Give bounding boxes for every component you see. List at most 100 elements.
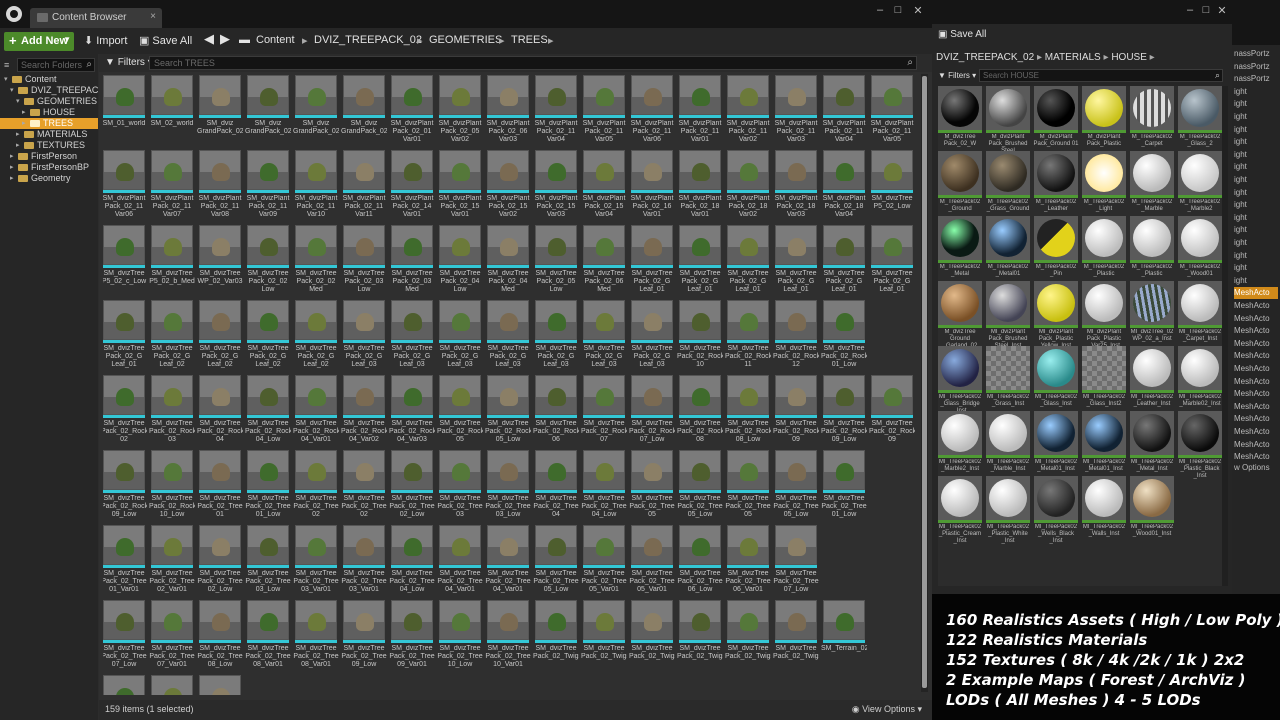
outliner-item[interactable]: ight: [1234, 86, 1278, 98]
outliner-item[interactable]: ight: [1234, 224, 1278, 236]
material-tile[interactable]: M_dvizPlant Pack_Brushed Steel: [986, 86, 1032, 158]
outliner-item[interactable]: ight: [1234, 187, 1278, 199]
asset-tile[interactable]: SM_dvizTree Pack_02_Tree 04_Var01: [485, 525, 531, 597]
minimize-icon[interactable]: –: [872, 4, 888, 16]
asset-tile[interactable]: [199, 675, 243, 695]
material-tile[interactable]: MI_dvizPlant Pack_Plastic _Var25_Inst: [1082, 281, 1128, 353]
material-tile[interactable]: MI_dvizPlant Pack_Plastic Yellow_Inst: [1034, 281, 1080, 353]
outliner-item[interactable]: ight: [1234, 250, 1278, 262]
tree-item[interactable]: ▸ Geometry: [0, 173, 98, 184]
view-options-button[interactable]: ◉ View Options ▾: [852, 704, 922, 715]
outliner-item[interactable]: MeshActo: [1234, 313, 1278, 325]
asset-tile[interactable]: SM_dvizTree Pack_02_Tree 03_Low: [485, 450, 531, 522]
asset-tile[interactable]: SM_dvizTree Pack_02_Tree 04: [533, 450, 579, 522]
asset-tile[interactable]: SM_dvizTree Pack_02_Tree 04_Var01: [437, 525, 483, 597]
asset-tile[interactable]: SM_dvizTree Pack_02_Tree 04_Low: [581, 450, 627, 522]
outliner-item[interactable]: ight: [1234, 136, 1278, 148]
asset-tile[interactable]: SM_dvizTree Pack_02_Tree 05_Var01: [629, 525, 675, 597]
asset-tile[interactable]: SM_dvizTree Pack_02_Tree 05: [629, 450, 675, 522]
material-tile[interactable]: MI_TreePack02 _Metal01_Inst: [1082, 411, 1128, 483]
asset-tile[interactable]: SM_dvizTree Pack_02_05 Low: [535, 225, 579, 297]
asset-tile[interactable]: SM_dvizTree Pack_02_Rock 04_Var02: [341, 375, 387, 447]
outliner-item[interactable]: MeshActo: [1234, 350, 1278, 362]
breadcrumb-content[interactable]: Content: [256, 34, 295, 46]
asset-tile[interactable]: SM_dvizTree Pack_02_G Leaf_02: [151, 300, 195, 372]
asset-tile[interactable]: SM_dvizTree Pack_02_Tree 01_Low: [245, 450, 291, 522]
outliner-item[interactable]: ight: [1234, 111, 1278, 123]
material-tile[interactable]: MI_TreePack02 _Plastic_Black _Inst: [1178, 411, 1224, 483]
asset-tile[interactable]: SM_dvizTree Pack_02_Rock 07_Low: [629, 375, 675, 447]
outliner-item[interactable]: MeshActo: [1234, 338, 1278, 350]
asset-tile[interactable]: SM_dvizTree Pack_02_G Leaf_03: [439, 300, 483, 372]
asset-tile[interactable]: SM_dvizTree Pack_02_G Leaf_03: [535, 300, 579, 372]
tree-item[interactable]: ▸ HOUSE: [0, 107, 98, 118]
tree-item[interactable]: ▾ Content: [0, 74, 98, 85]
asset-tile[interactable]: SM_dvizPlant Pack_02_18 Var02: [727, 150, 771, 222]
asset-tile[interactable]: SM_dvizTree Pack_02_Tree 08_Var01: [245, 600, 291, 672]
close-window-icon[interactable]: ✕: [910, 4, 926, 17]
asset-tile[interactable]: SM_dvizTree Pack_02_Tree 02_Var01: [149, 525, 195, 597]
outliner-item[interactable]: ight: [1234, 149, 1278, 161]
outliner-item[interactable]: MeshActo: [1234, 388, 1278, 400]
material-tile[interactable]: MI_TreePack02 _Walls_Inst: [1082, 476, 1128, 548]
search-folders-input[interactable]: Search Folders ⌕: [17, 58, 95, 72]
asset-tile[interactable]: SM_dvizTree Pack_02_Rock 06: [533, 375, 579, 447]
material-tile[interactable]: M_TreePack02 _Pin: [1034, 216, 1080, 288]
chevron-right-icon[interactable]: ▸: [22, 118, 26, 129]
asset-tile[interactable]: SM_dvizTree Pack_02_Tree 03_Low: [245, 525, 291, 597]
breadcrumb-dviz[interactable]: DVIZ_TREEPACK_02: [314, 34, 422, 46]
chevron-down-icon[interactable]: ▾: [16, 96, 20, 107]
asset-tile[interactable]: SM_dvizTree Pack_02_Tree 09_Low: [341, 600, 387, 672]
material-tile[interactable]: MI_TreePack02 _Glass_Bridge _Inst: [938, 346, 984, 418]
material-tile[interactable]: MI_TreePack02 _Leather_Inst: [1130, 346, 1176, 418]
asset-scrollbar[interactable]: [921, 74, 928, 692]
asset-tile[interactable]: SM_dvizTree Pack_02_Rock 10: [677, 300, 723, 372]
outliner-item[interactable]: nassPortz: [1234, 48, 1278, 60]
asset-tile[interactable]: SM_dvizTree Pack_02_Tree 10_Var01: [485, 600, 531, 672]
asset-tile[interactable]: SM_dvizTree Pack_02_Rock 08: [677, 375, 723, 447]
outliner-item[interactable]: nassPortz: [1234, 61, 1278, 73]
asset-tile[interactable]: SM_02_world: [151, 75, 195, 147]
outliner-item[interactable]: MeshActo: [1234, 363, 1278, 375]
asset-tile[interactable]: SM_dvizTree Pack_02_Rock 04_Low: [245, 375, 291, 447]
material-tile[interactable]: MI_dvizTree_02 WP_02_a_Inst: [1130, 281, 1176, 353]
chevron-right-icon[interactable]: ▸: [22, 107, 26, 118]
material-tile[interactable]: M_TreePack02 _Plastic: [1130, 216, 1176, 288]
outliner-item[interactable]: MeshActo: [1234, 401, 1278, 413]
asset-tile[interactable]: SM_dvizTree Pack_02_Rock 05_Low: [485, 375, 531, 447]
save-all-button[interactable]: ▣ Save All: [139, 34, 192, 50]
asset-tile[interactable]: SM_dvizPlant Pack_02_15 Var03: [535, 150, 579, 222]
asset-tile[interactable]: SM_dvizTree Pack_02_G Leaf_03: [343, 300, 387, 372]
asset-tile[interactable]: SM_dvizPlant Pack_02_11 Var11: [343, 150, 387, 222]
material-tile[interactable]: M_TreePack02 _Glass_2: [1178, 86, 1224, 158]
asset-tile[interactable]: SM_dvizTree Pack_02_Rock 04_Var03: [389, 375, 435, 447]
asset-tile[interactable]: SM_dvizTree Pack_02_G Leaf_03: [487, 300, 531, 372]
asset-tile[interactable]: SM_dvizTree Pack_02_Rock 09_Low: [821, 375, 867, 447]
asset-tile[interactable]: SM_dvizTree P5_02_Low: [871, 150, 915, 222]
asset-tile[interactable]: SM_dvizTree Pack_02_Tree 01_Low: [821, 450, 867, 522]
asset-tile[interactable]: SM_dvizPlant Pack_02_18 Var04: [823, 150, 867, 222]
asset-tile[interactable]: SM_dvizTree Pack_02_G Leaf_01: [727, 225, 771, 297]
tree-item[interactable]: ▸ TEXTURES: [0, 140, 98, 151]
asset-tile[interactable]: SM_dvizTree Pack_02_Tree 02: [293, 450, 339, 522]
asset-tile[interactable]: SM_dvizPlant Pack_02_11 Var04: [535, 75, 579, 147]
outliner-item[interactable]: ight: [1234, 124, 1278, 136]
outliner-item[interactable]: MeshActo: [1234, 426, 1278, 438]
asset-tile[interactable]: SM_dvizTree Pack_02_G Leaf_01: [631, 225, 675, 297]
asset-tile[interactable]: SM_dvizPlant Pack_02_16 Var01: [631, 150, 675, 222]
material-tile[interactable]: MI_TreePack02 _Grass_Inst: [986, 346, 1032, 418]
outliner-item[interactable]: MeshActo: [1234, 413, 1278, 425]
asset-tile[interactable]: SM_dvizPlant Pack_02_15 Var01: [439, 150, 483, 222]
material-tile[interactable]: M_dvizTree Ground _Garland_02: [938, 281, 984, 353]
breadcrumb-geometries[interactable]: GEOMETRIES: [429, 34, 502, 46]
asset-tile[interactable]: SM_dvizTree Pack_02_Tree 05_Var01: [581, 525, 627, 597]
material-tile[interactable]: MI_dvizPlant Pack_Brushed Steel_Inst: [986, 281, 1032, 353]
chevron-down-icon[interactable]: ▾: [4, 74, 8, 85]
asset-tile[interactable]: SM_dvizTree Pack_02_Tree 08_Var01: [293, 600, 339, 672]
chevron-right-icon[interactable]: ▸: [16, 140, 20, 151]
search-assets-input[interactable]: Search TREES ⌕: [149, 56, 917, 70]
asset-tile[interactable]: [103, 675, 147, 695]
asset-tile[interactable]: SM_dvizPlant Pack_02_11 Var01: [679, 75, 723, 147]
asset-tile[interactable]: SM_dvizTree Pack_02_Tree 03_Var01: [341, 525, 387, 597]
tree-item[interactable]: ▾ GEOMETRIES: [0, 96, 98, 107]
